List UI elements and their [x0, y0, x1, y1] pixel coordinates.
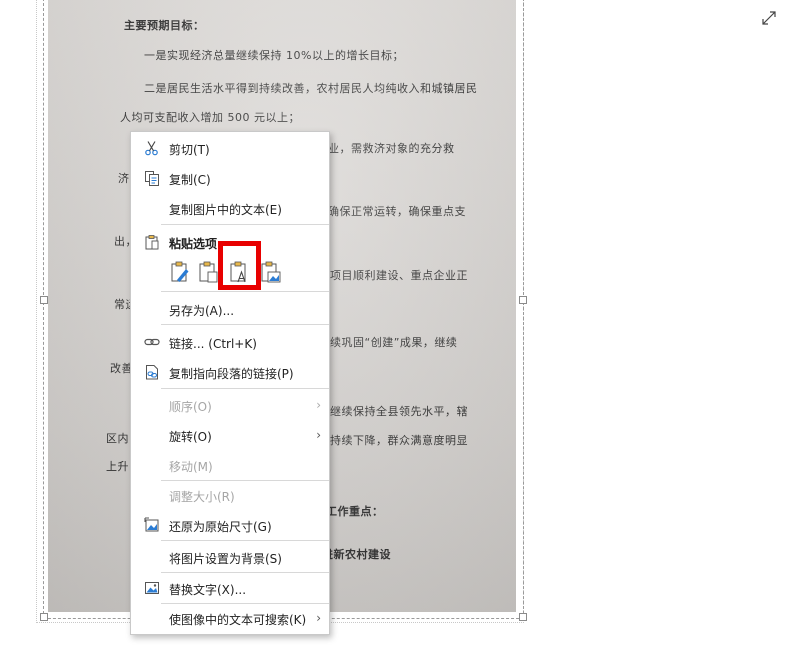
menu-item-set-as-background[interactable]: 将图片设置为背景(S) — [131, 543, 329, 571]
menu-item-label: 使图像中的文本可搜索(K) — [169, 613, 307, 627]
menu-item-resize: 调整大小(R) — [131, 481, 329, 509]
expand-icon[interactable] — [761, 10, 777, 26]
resize-handle[interactable] — [40, 296, 48, 304]
menu-item-save-as[interactable]: 另存为(A)... — [131, 295, 329, 323]
menu-item-rotate[interactable]: 旋转(O) › — [131, 421, 329, 449]
menu-item-label: 旋转(O) — [169, 430, 212, 444]
menu-separator — [161, 540, 329, 541]
menu-separator — [161, 324, 329, 325]
menu-item-copy-text-from-picture[interactable]: 复制图片中的文本(E) — [131, 194, 329, 222]
menu-item-label: 链接... (Ctrl+K) — [169, 337, 257, 351]
menu-item-link[interactable]: 链接... (Ctrl+K) — [131, 328, 329, 356]
context-menu: 剪切(T) 复制(C) 复制图片中的文本(E) 粘贴选项: 另存为(A)... … — [130, 131, 330, 635]
chevron-right-icon: › — [316, 428, 321, 442]
menu-item-copy[interactable]: 复制(C) — [131, 164, 329, 192]
reset-size-icon — [144, 517, 159, 532]
menu-item-label: 将图片设置为背景(S) — [169, 552, 282, 566]
menu-separator — [161, 388, 329, 389]
menu-separator — [161, 224, 329, 225]
menu-item-cut[interactable]: 剪切(T) — [131, 134, 329, 162]
menu-item-label: 还原为原始尺寸(G) — [169, 520, 272, 534]
menu-item-order: 顺序(O) › — [131, 391, 329, 419]
menu-item-label: 移动(M) — [169, 460, 213, 474]
menu-item-label: 替换文字(X)... — [169, 583, 247, 597]
menu-item-label: 复制指向段落的链接(P) — [169, 367, 294, 381]
paste-picture-icon[interactable] — [259, 260, 281, 284]
menu-item-alt-text[interactable]: 替换文字(X)... — [131, 574, 329, 602]
resize-handle[interactable] — [519, 296, 527, 304]
menu-item-copy-link-to-paragraph[interactable]: 复制指向段落的链接(P) — [131, 358, 329, 386]
resize-handle[interactable] — [40, 613, 48, 621]
menu-separator — [161, 572, 329, 573]
clipboard-icon — [145, 235, 159, 250]
menu-item-label: 调整大小(R) — [169, 490, 235, 504]
menu-item-label: 粘贴选项: — [169, 237, 222, 251]
menu-item-make-text-searchable[interactable]: 使图像中的文本可搜索(K) › — [131, 604, 329, 632]
menu-item-label: 剪切(T) — [169, 143, 210, 157]
paragraph-link-icon — [146, 365, 158, 380]
resize-handle[interactable] — [519, 613, 527, 621]
paste-keep-source-formatting-icon[interactable] — [169, 260, 191, 284]
paste-merge-formatting-icon[interactable] — [197, 260, 219, 284]
menu-item-label: 顺序(O) — [169, 400, 212, 414]
menu-item-label: 另存为(A)... — [169, 304, 235, 318]
scissors-icon — [145, 141, 158, 156]
chevron-right-icon: › — [316, 398, 321, 412]
highlight-box — [218, 241, 261, 290]
menu-item-move: 移动(M) — [131, 451, 329, 479]
chevron-right-icon: › — [316, 611, 321, 625]
copy-icon — [145, 171, 159, 186]
alt-text-icon — [145, 582, 159, 594]
menu-separator — [161, 291, 329, 292]
link-icon — [144, 338, 160, 346]
menu-item-label: 复制(C) — [169, 173, 211, 187]
menu-item-reset-size[interactable]: 还原为原始尺寸(G) — [131, 511, 329, 539]
menu-item-label: 复制图片中的文本(E) — [169, 203, 282, 217]
